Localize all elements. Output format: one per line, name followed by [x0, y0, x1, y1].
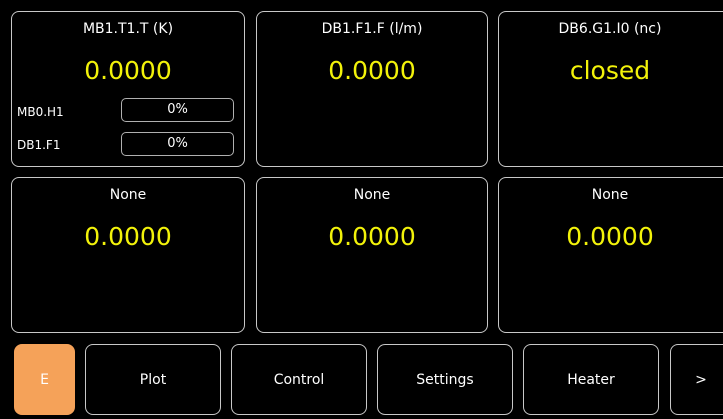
readout-panel-5: None 0.0000: [256, 177, 488, 333]
next-page-button[interactable]: >: [670, 344, 723, 415]
panel-title: DB6.G1.I0 (nc): [558, 21, 662, 37]
sub-row-value-db1-f1: 0%: [121, 132, 234, 156]
panel-value: 0.0000: [328, 222, 416, 251]
settings-button[interactable]: Settings: [377, 344, 513, 415]
e-button[interactable]: E: [14, 344, 75, 415]
panel-value: 0.0000: [84, 56, 172, 85]
readout-panel-db1-f1: DB1.F1.F (l/m) 0.0000: [256, 11, 488, 167]
sub-row-value-mb0-h1: 0%: [121, 98, 234, 122]
panel-value: closed: [569, 56, 651, 85]
readout-panel-db6-g1: DB6.G1.I0 (nc) closed: [498, 11, 723, 167]
panel-value: 0.0000: [84, 222, 172, 251]
panel-title: DB1.F1.F (l/m): [321, 21, 423, 37]
panel-title: None: [109, 187, 147, 203]
sub-row-label-mb0-h1: MB0.H1: [17, 105, 64, 119]
readout-panel-6: None 0.0000: [498, 177, 723, 333]
panel-title: MB1.T1.T (K): [82, 21, 174, 37]
plot-button[interactable]: Plot: [85, 344, 221, 415]
readout-panel-mb1-t1: MB1.T1.T (K) 0.0000 MB0.H1 0% DB1.F1 0%: [11, 11, 245, 167]
panel-title: None: [591, 187, 629, 203]
sub-row-label-db1-f1: DB1.F1: [17, 138, 61, 152]
control-button[interactable]: Control: [231, 344, 367, 415]
readout-panel-4: None 0.0000: [11, 177, 245, 333]
panel-value: 0.0000: [566, 222, 654, 251]
heater-button[interactable]: Heater: [523, 344, 659, 415]
panel-title: None: [353, 187, 391, 203]
panel-value: 0.0000: [328, 56, 416, 85]
